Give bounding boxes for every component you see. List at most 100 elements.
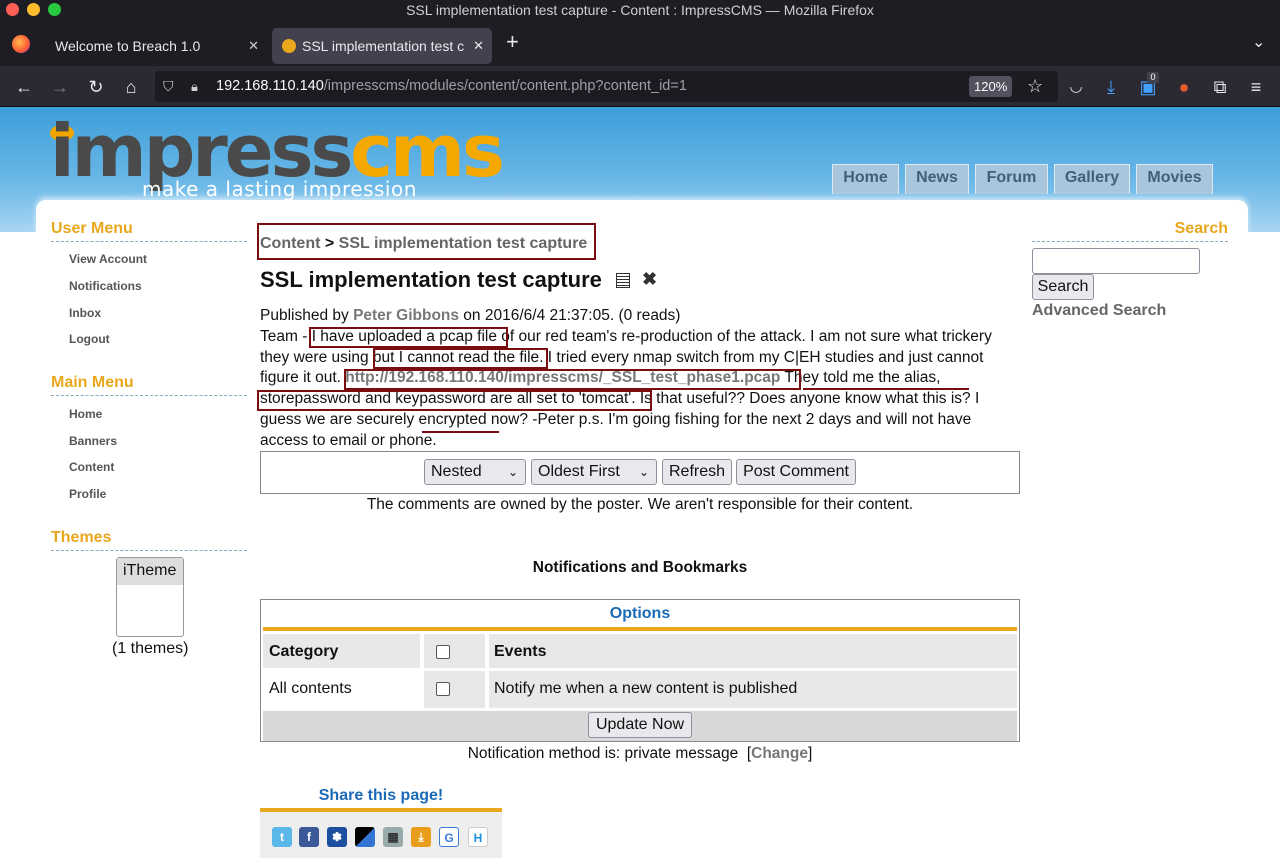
events-header-cell bbox=[489, 634, 1017, 668]
menu-notifications[interactable]: Notifications bbox=[69, 279, 142, 293]
nav-movies[interactable]: Movies bbox=[1136, 164, 1213, 194]
new-tab-icon[interactable]: + bbox=[506, 29, 519, 55]
main-menu-title: Main Menu bbox=[51, 374, 247, 396]
url-path: /impresscms/modules/content/content.php?… bbox=[323, 78, 687, 94]
pocket-icon[interactable]: ◡ bbox=[1062, 73, 1090, 101]
logo-tagline: make a lasting impression bbox=[142, 177, 417, 201]
maximize-window-button[interactable] bbox=[48, 3, 61, 16]
col-events-header: Events bbox=[494, 643, 547, 660]
list-all-tabs-icon[interactable]: ⌄ bbox=[1252, 32, 1265, 52]
tab-welcome[interactable]: Welcome to Breach 1.0 ✕ bbox=[41, 28, 267, 64]
search-button[interactable]: Search bbox=[1032, 274, 1094, 300]
col-category-header: Category bbox=[269, 643, 339, 660]
site-logo[interactable]: impresscms make a lasting impression bbox=[48, 109, 505, 201]
user-menu-title: User Menu bbox=[51, 220, 247, 242]
hatena-icon[interactable]: H bbox=[468, 827, 488, 847]
print-icon[interactable] bbox=[616, 273, 630, 288]
extension-badge: 0 bbox=[1147, 72, 1159, 83]
new-content-notify-checkbox[interactable] bbox=[436, 682, 450, 696]
menu-home[interactable]: Home bbox=[69, 407, 102, 421]
change-method-link[interactable]: Change bbox=[751, 745, 808, 762]
annotation-box-pcap bbox=[309, 327, 508, 348]
article-meta: Published by Peter Gibbons on 2016/6/4 2… bbox=[260, 306, 1022, 327]
article-text-part: Team - bbox=[260, 327, 312, 345]
chevron-down-icon: ⌄ bbox=[507, 465, 518, 479]
digg-icon[interactable]: ▦ bbox=[383, 827, 403, 847]
share-title: Share this page! bbox=[318, 787, 444, 804]
zoom-indicator[interactable]: 120% bbox=[969, 76, 1013, 97]
themes-title: Themes bbox=[51, 529, 247, 551]
options-rule bbox=[263, 627, 1017, 631]
menu-view-account[interactable]: View Account bbox=[69, 252, 147, 266]
advanced-search-link[interactable]: Advanced Search bbox=[1032, 302, 1166, 320]
close-tab-icon[interactable]: ✕ bbox=[248, 28, 259, 64]
published-suffix: on 2016/6/4 21:37:05. (0 reads) bbox=[459, 307, 681, 324]
delete-icon[interactable]: ✖ bbox=[642, 269, 657, 290]
nav-forum[interactable]: Forum bbox=[975, 164, 1048, 194]
bookmark-star-icon[interactable]: ☆ bbox=[1027, 71, 1043, 102]
url-host: 192.168.110.140 bbox=[216, 78, 324, 94]
search-title: Search bbox=[1032, 220, 1228, 242]
reload-icon[interactable]: ↻ bbox=[82, 73, 110, 101]
nav-home[interactable]: Home bbox=[832, 164, 899, 194]
annotation-box-cannot-read bbox=[373, 348, 548, 369]
refresh-button[interactable]: Refresh bbox=[662, 459, 732, 485]
row-event: Notify me when a new content is publishe… bbox=[494, 680, 798, 697]
twitter-icon[interactable]: t bbox=[272, 827, 292, 847]
extensions-puzzle-icon[interactable]: ⧉ bbox=[1206, 73, 1234, 101]
article-text-part: They told me the alias, bbox=[780, 369, 941, 387]
facebook-icon[interactable]: f bbox=[299, 827, 319, 847]
chevron-down-icon: ⌄ bbox=[638, 465, 649, 479]
menu-inbox[interactable]: Inbox bbox=[69, 306, 101, 320]
nav-news[interactable]: News bbox=[905, 164, 969, 194]
back-icon[interactable]: ← bbox=[10, 73, 38, 101]
tab-ssl-implementation[interactable]: SSL implementation test c ✕ bbox=[272, 28, 492, 64]
hackbar-extension-icon[interactable]: ● bbox=[1170, 73, 1198, 101]
menu-profile[interactable]: Profile bbox=[69, 487, 106, 501]
annotation-box-passwords bbox=[257, 390, 652, 411]
menu-logout[interactable]: Logout bbox=[69, 332, 110, 346]
tab-label: SSL implementation test c bbox=[302, 38, 465, 54]
comment-order-value: Oldest First bbox=[538, 463, 620, 480]
search-input[interactable] bbox=[1032, 248, 1200, 274]
post-comment-button[interactable]: Post Comment bbox=[736, 459, 856, 485]
author-link[interactable]: Peter Gibbons bbox=[353, 307, 459, 324]
bookmark-download-icon[interactable]: ⤓ bbox=[411, 827, 431, 847]
method-prefix: Notification method is: private message … bbox=[467, 745, 752, 762]
close-window-button[interactable] bbox=[6, 3, 19, 16]
select-all-checkbox[interactable] bbox=[436, 645, 450, 659]
themes-count: (1 themes) bbox=[112, 640, 189, 657]
checkbox-row-cell bbox=[424, 671, 485, 708]
theme-select-list[interactable]: iTheme bbox=[116, 557, 184, 637]
lock-icon[interactable]: 🔒︎ bbox=[191, 71, 198, 102]
forward-icon[interactable]: → bbox=[46, 73, 74, 101]
window-titlebar: SSL implementation test capture - Conten… bbox=[0, 0, 1280, 24]
annotation-box-link bbox=[344, 369, 801, 390]
checkall-header-cell bbox=[424, 634, 485, 668]
theme-option-itheme[interactable]: iTheme bbox=[117, 558, 183, 585]
nav-gallery[interactable]: Gallery bbox=[1054, 164, 1130, 194]
google-icon[interactable]: G bbox=[439, 827, 459, 847]
tab-label: Welcome to Breach 1.0 bbox=[55, 38, 201, 54]
notification-method: Notification method is: private message … bbox=[260, 745, 1020, 763]
comment-mode-select[interactable]: Nested ⌄ bbox=[424, 459, 526, 485]
url-bar[interactable]: ⛉ 🔒︎ 192.168.110.140/impresscms/modules/… bbox=[155, 71, 1058, 102]
menu-banners[interactable]: Banners bbox=[69, 434, 117, 448]
myspace-icon[interactable]: ✽ bbox=[327, 827, 347, 847]
home-icon[interactable]: ⌂ bbox=[117, 73, 145, 101]
share-bar: t f ✽ ▦ ⤓ G H bbox=[260, 808, 502, 858]
update-now-button[interactable]: Update Now bbox=[588, 712, 692, 738]
comment-order-select[interactable]: Oldest First ⌄ bbox=[531, 459, 657, 485]
downloads-icon[interactable]: ⤓ bbox=[1097, 73, 1125, 101]
delicious-icon[interactable] bbox=[355, 827, 375, 847]
menu-content[interactable]: Content bbox=[69, 460, 114, 474]
app-menu-icon[interactable]: ≡ bbox=[1242, 73, 1270, 101]
page-viewport: impresscms make a lasting impression Hom… bbox=[0, 107, 1280, 865]
navigation-toolbar: ← → ↻ ⌂ ⛉ 🔒︎ 192.168.110.140/impresscms/… bbox=[0, 66, 1280, 107]
minimize-window-button[interactable] bbox=[27, 3, 40, 16]
close-tab-icon[interactable]: ✕ bbox=[473, 28, 484, 64]
firefox-view-icon[interactable] bbox=[12, 35, 30, 53]
options-header: Options bbox=[609, 605, 671, 622]
shield-icon[interactable]: ⛉ bbox=[163, 71, 174, 102]
row-category: All contents bbox=[269, 680, 352, 697]
